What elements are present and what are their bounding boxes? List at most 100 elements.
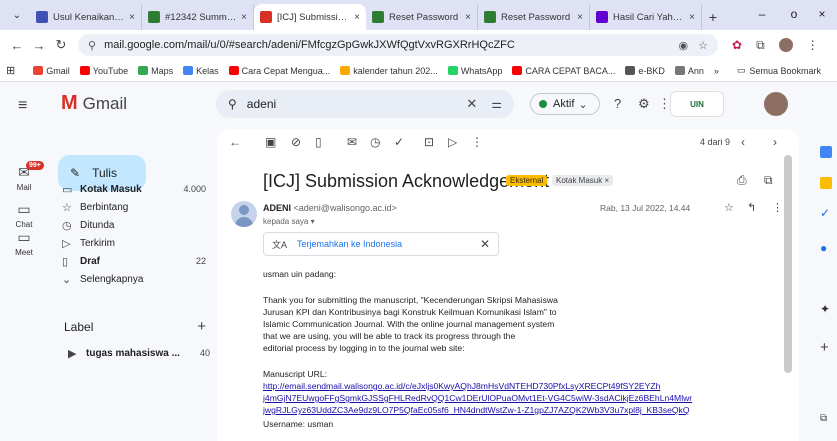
back-to-list-icon[interactable]: ← <box>229 135 241 149</box>
back-arrow-icon[interactable]: ← <box>6 38 28 53</box>
extensions-puzzle-icon[interactable]: ⧉ <box>756 38 765 53</box>
delete-icon[interactable]: ▯ <box>315 135 322 149</box>
apps-grid-icon[interactable]: ⊞ <box>6 64 15 77</box>
folder-item[interactable]: ◷ Ditunda <box>56 216 210 234</box>
tab-close-icon[interactable]: × <box>241 12 247 23</box>
sender-avatar[interactable] <box>231 201 257 227</box>
forward-arrow-icon[interactable]: → <box>28 38 50 53</box>
reload-icon[interactable]: ↻ <box>50 37 72 53</box>
message-more-icon[interactable]: ⋮ <box>772 201 783 214</box>
url-bar[interactable]: ⚲ mail.google.com/mail/u/0/#search/adeni… <box>78 34 718 56</box>
label-tag-icon: ▶ <box>68 347 77 360</box>
visibility-icon[interactable]: ◉ <box>679 39 689 52</box>
site-info-icon[interactable]: ⚲ <box>88 39 96 52</box>
report-spam-icon[interactable]: ⊘ <box>291 135 301 149</box>
contacts-icon[interactable]: ● <box>820 241 827 255</box>
close-translate-icon[interactable]: ✕ <box>480 237 490 251</box>
browser-tab[interactable]: Hasil Cari Yahoo u × <box>590 4 702 30</box>
print-icon[interactable]: ⎙ <box>737 173 747 188</box>
main-menu-icon[interactable]: ≡ <box>18 97 27 115</box>
bookmark-item[interactable]: Gmail <box>33 66 70 76</box>
more-options-icon[interactable]: ⋮ <box>471 135 483 149</box>
sender-name[interactable]: ADENI <box>263 203 291 213</box>
label-icon[interactable]: ▷ <box>448 135 457 149</box>
clear-search-icon[interactable]: ✕ <box>466 96 477 112</box>
tab-favicon-icon <box>596 11 608 23</box>
addon-icon[interactable]: ✦ <box>820 302 830 316</box>
folder-item[interactable]: ☆ Berbintang <box>56 198 210 216</box>
bookmark-item[interactable]: Kelas <box>183 66 219 76</box>
archive-icon[interactable]: ▣ <box>265 135 276 149</box>
inbox-label-chip[interactable]: Kotak Masuk × <box>552 175 614 186</box>
tab-close-icon[interactable]: × <box>465 12 471 23</box>
all-bookmarks-folder[interactable]: ▭ Semua Bookmark <box>737 65 821 76</box>
help-icon[interactable]: ? <box>614 96 621 111</box>
profile-avatar-icon[interactable] <box>778 38 793 52</box>
bookmark-item[interactable]: e-BKD <box>625 66 665 76</box>
manuscript-url-link[interactable]: jwgRJLGyz63UddZC3Ae9dz9LO7P5QfaEc05sf6_H… <box>263 405 690 417</box>
search-input[interactable]: adeni <box>247 97 276 111</box>
browser-tab[interactable]: [ICJ] Submission A × <box>254 4 366 30</box>
tab-close-icon[interactable]: × <box>577 12 583 23</box>
reply-icon[interactable]: ↰ <box>747 201 756 214</box>
older-message-icon[interactable]: › <box>773 135 777 149</box>
settings-gear-icon[interactable]: ⚙ <box>638 96 650 112</box>
search-icon[interactable]: ⚲ <box>228 97 237 111</box>
folder-item[interactable]: ▭ Kotak Masuk 4.000 <box>56 180 210 198</box>
tab-close-icon[interactable]: × <box>129 12 135 23</box>
open-new-window-icon[interactable]: ⧉ <box>764 173 773 188</box>
bookmark-item[interactable]: Ann <box>674 66 704 76</box>
bookmark-item[interactable]: Maps <box>138 66 173 76</box>
bookmark-star-icon[interactable]: ☆ <box>698 39 708 52</box>
window-minimize-button[interactable]: – <box>752 4 772 24</box>
browser-tab[interactable]: Reset Password × <box>478 4 590 30</box>
browser-tab[interactable]: #12342 Summary × <box>142 4 254 30</box>
status-dropdown[interactable]: Aktif ⌄ <box>530 93 600 115</box>
organization-logo[interactable]: UIN <box>670 91 724 117</box>
tab-search-icon[interactable]: ⌄ <box>4 4 30 26</box>
browser-tab[interactable]: Usul Kenaikan Jab × <box>30 4 142 30</box>
tasks-icon[interactable]: ✓ <box>820 206 830 220</box>
folder-item[interactable]: ⌄ Selengkapnya <box>56 270 210 288</box>
snooze-icon[interactable]: ◷ <box>370 135 380 149</box>
add-label-icon[interactable]: + <box>197 318 206 335</box>
folder-item[interactable]: ▯ Draf 22 <box>56 252 210 270</box>
manuscript-url-link[interactable]: http://email.sendmail.walisongo.ac.id/c/… <box>263 381 660 393</box>
recipient-details[interactable]: kepada saya ▾ <box>263 217 315 226</box>
bookmark-item[interactable]: YouTube <box>79 66 128 76</box>
browser-menu-icon[interactable]: ⋮ <box>807 38 819 52</box>
calendar-icon[interactable] <box>820 146 832 158</box>
tab-close-icon[interactable]: × <box>689 12 695 23</box>
bookmarks-overflow-button[interactable]: » <box>714 66 719 76</box>
browser-tab[interactable]: Reset Password × <box>366 4 478 30</box>
rail-item-chat[interactable]: ▭ Chat <box>0 201 48 229</box>
search-options-icon[interactable]: ⚌ <box>491 97 502 111</box>
tab-title: Reset Password <box>501 11 571 23</box>
gmail-logo[interactable]: M Gmail <box>61 92 127 115</box>
window-close-button[interactable]: × <box>812 4 832 24</box>
mark-unread-icon[interactable]: ✉ <box>347 135 357 149</box>
account-avatar[interactable] <box>764 92 788 116</box>
translate-link[interactable]: Terjemahkan ke Indonesia <box>297 239 402 249</box>
manuscript-url-link[interactable]: j4mGjN7EUwgoFFgSgmkGJSSgFHLRedRvQQ1Cw1DE… <box>263 393 692 405</box>
newer-message-icon[interactable]: ‹ <box>741 135 745 149</box>
window-restore-button[interactable]: o <box>784 4 804 24</box>
folder-item[interactable]: ▷ Terkirim <box>56 234 210 252</box>
bookmark-item[interactable]: kalender tahun 202... <box>340 66 438 76</box>
search-bar[interactable]: ⚲ adeni ✕ ⚌ <box>216 90 514 118</box>
new-tab-button[interactable]: + <box>702 4 724 30</box>
bookmark-item[interactable]: Cara Cepat Mengua... <box>228 66 330 76</box>
move-to-icon[interactable]: ⊡ <box>424 135 434 149</box>
keep-icon[interactable] <box>820 177 832 189</box>
extension-icon[interactable]: ✿ <box>732 38 742 52</box>
pane-scrollbar[interactable] <box>784 155 792 373</box>
hide-side-panel-icon[interactable]: ⧉ <box>820 413 827 424</box>
rail-item-meet[interactable]: ▭ Meet <box>0 229 48 257</box>
star-icon[interactable]: ☆ <box>724 201 734 214</box>
bookmark-item[interactable]: WhatsApp <box>447 66 502 76</box>
get-addons-icon[interactable]: + <box>820 339 829 356</box>
label-item[interactable]: ▶ tugas mahasiswa ... 40 <box>62 344 214 362</box>
bookmark-item[interactable]: CARA CEPAT BACA... <box>512 66 615 76</box>
tab-close-icon[interactable]: × <box>354 12 360 23</box>
add-task-icon[interactable]: ✓ <box>394 135 404 149</box>
